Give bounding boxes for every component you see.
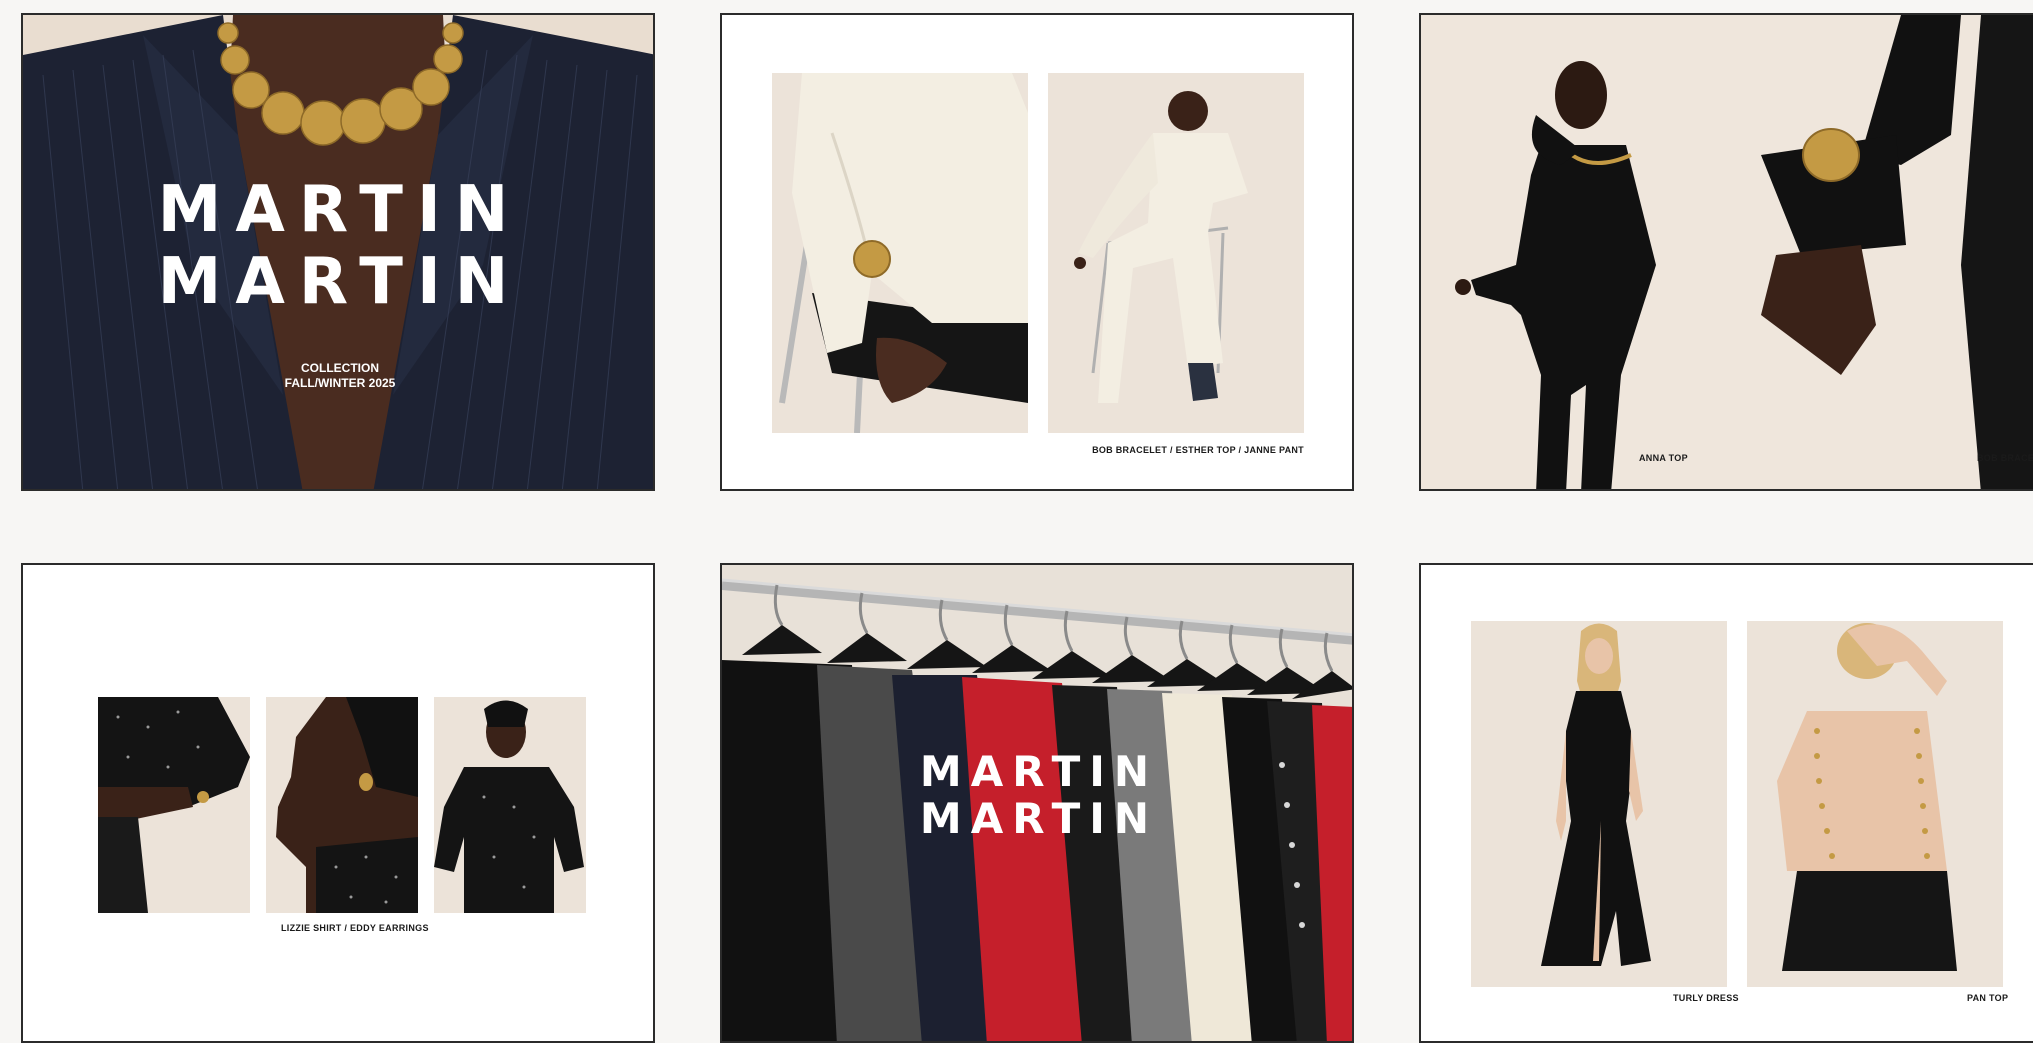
chair-detail-photo [772,73,1028,433]
card3-caption-right: BOB BRACELET [1977,453,2033,463]
card3-caption-left: ANNA TOP [1639,453,1688,463]
lookbook-page-card-2[interactable]: BOB BRACELET / ESTHER TOP / JANNE PANT [720,13,1354,491]
collection-title: COLLECTION [301,361,379,375]
collection-season: FALL/WINTER 2025 [284,376,396,390]
card6-caption-right: PAN TOP [1967,993,2009,1003]
lookbook-page-card-3[interactable]: ANNA TOP BOB BRACELET [1419,13,2033,491]
rack-brand-line-2: MARTIN [919,794,1159,844]
brand-line-2: MARTIN [157,244,523,319]
cufflink-detail-photo [98,697,250,913]
cover-brand-logo: MARTIN MARTIN [23,173,653,319]
shirt-model-photo [434,697,586,913]
seated-model-photo [1048,73,1304,433]
card2-caption: BOB BRACELET / ESTHER TOP / JANNE PANT [1092,445,1304,455]
rack-brand-line-1: MARTIN [919,747,1159,796]
rack-brand-logo: MARTIN MARTIN [722,747,1352,844]
card4-caption: LIZZIE SHIRT / EDDY EARRINGS [281,923,429,933]
black-bodysuit-photo [1421,15,2033,489]
profile-earring-photo [266,697,418,913]
brand-line-1: MARTIN [157,173,523,247]
lookbook-cover-card[interactable]: MARTIN MARTIN COLLECTION FALL/WINTER 202… [21,13,655,491]
collection-label: COLLECTION FALL/WINTER 2025 [23,361,653,391]
card6-caption-left: TURLY DRESS [1673,993,1739,1003]
lookbook-page-card-6[interactable]: TURLY DRESS PAN TOP [1419,563,2033,1043]
lookbook-page-card-5[interactable]: MARTIN MARTIN [720,563,1354,1043]
open-back-top-photo [1747,621,2003,987]
lookbook-page-card-4[interactable]: LIZZIE SHIRT / EDDY EARRINGS [21,563,655,1043]
black-dress-photo [1471,621,1727,987]
